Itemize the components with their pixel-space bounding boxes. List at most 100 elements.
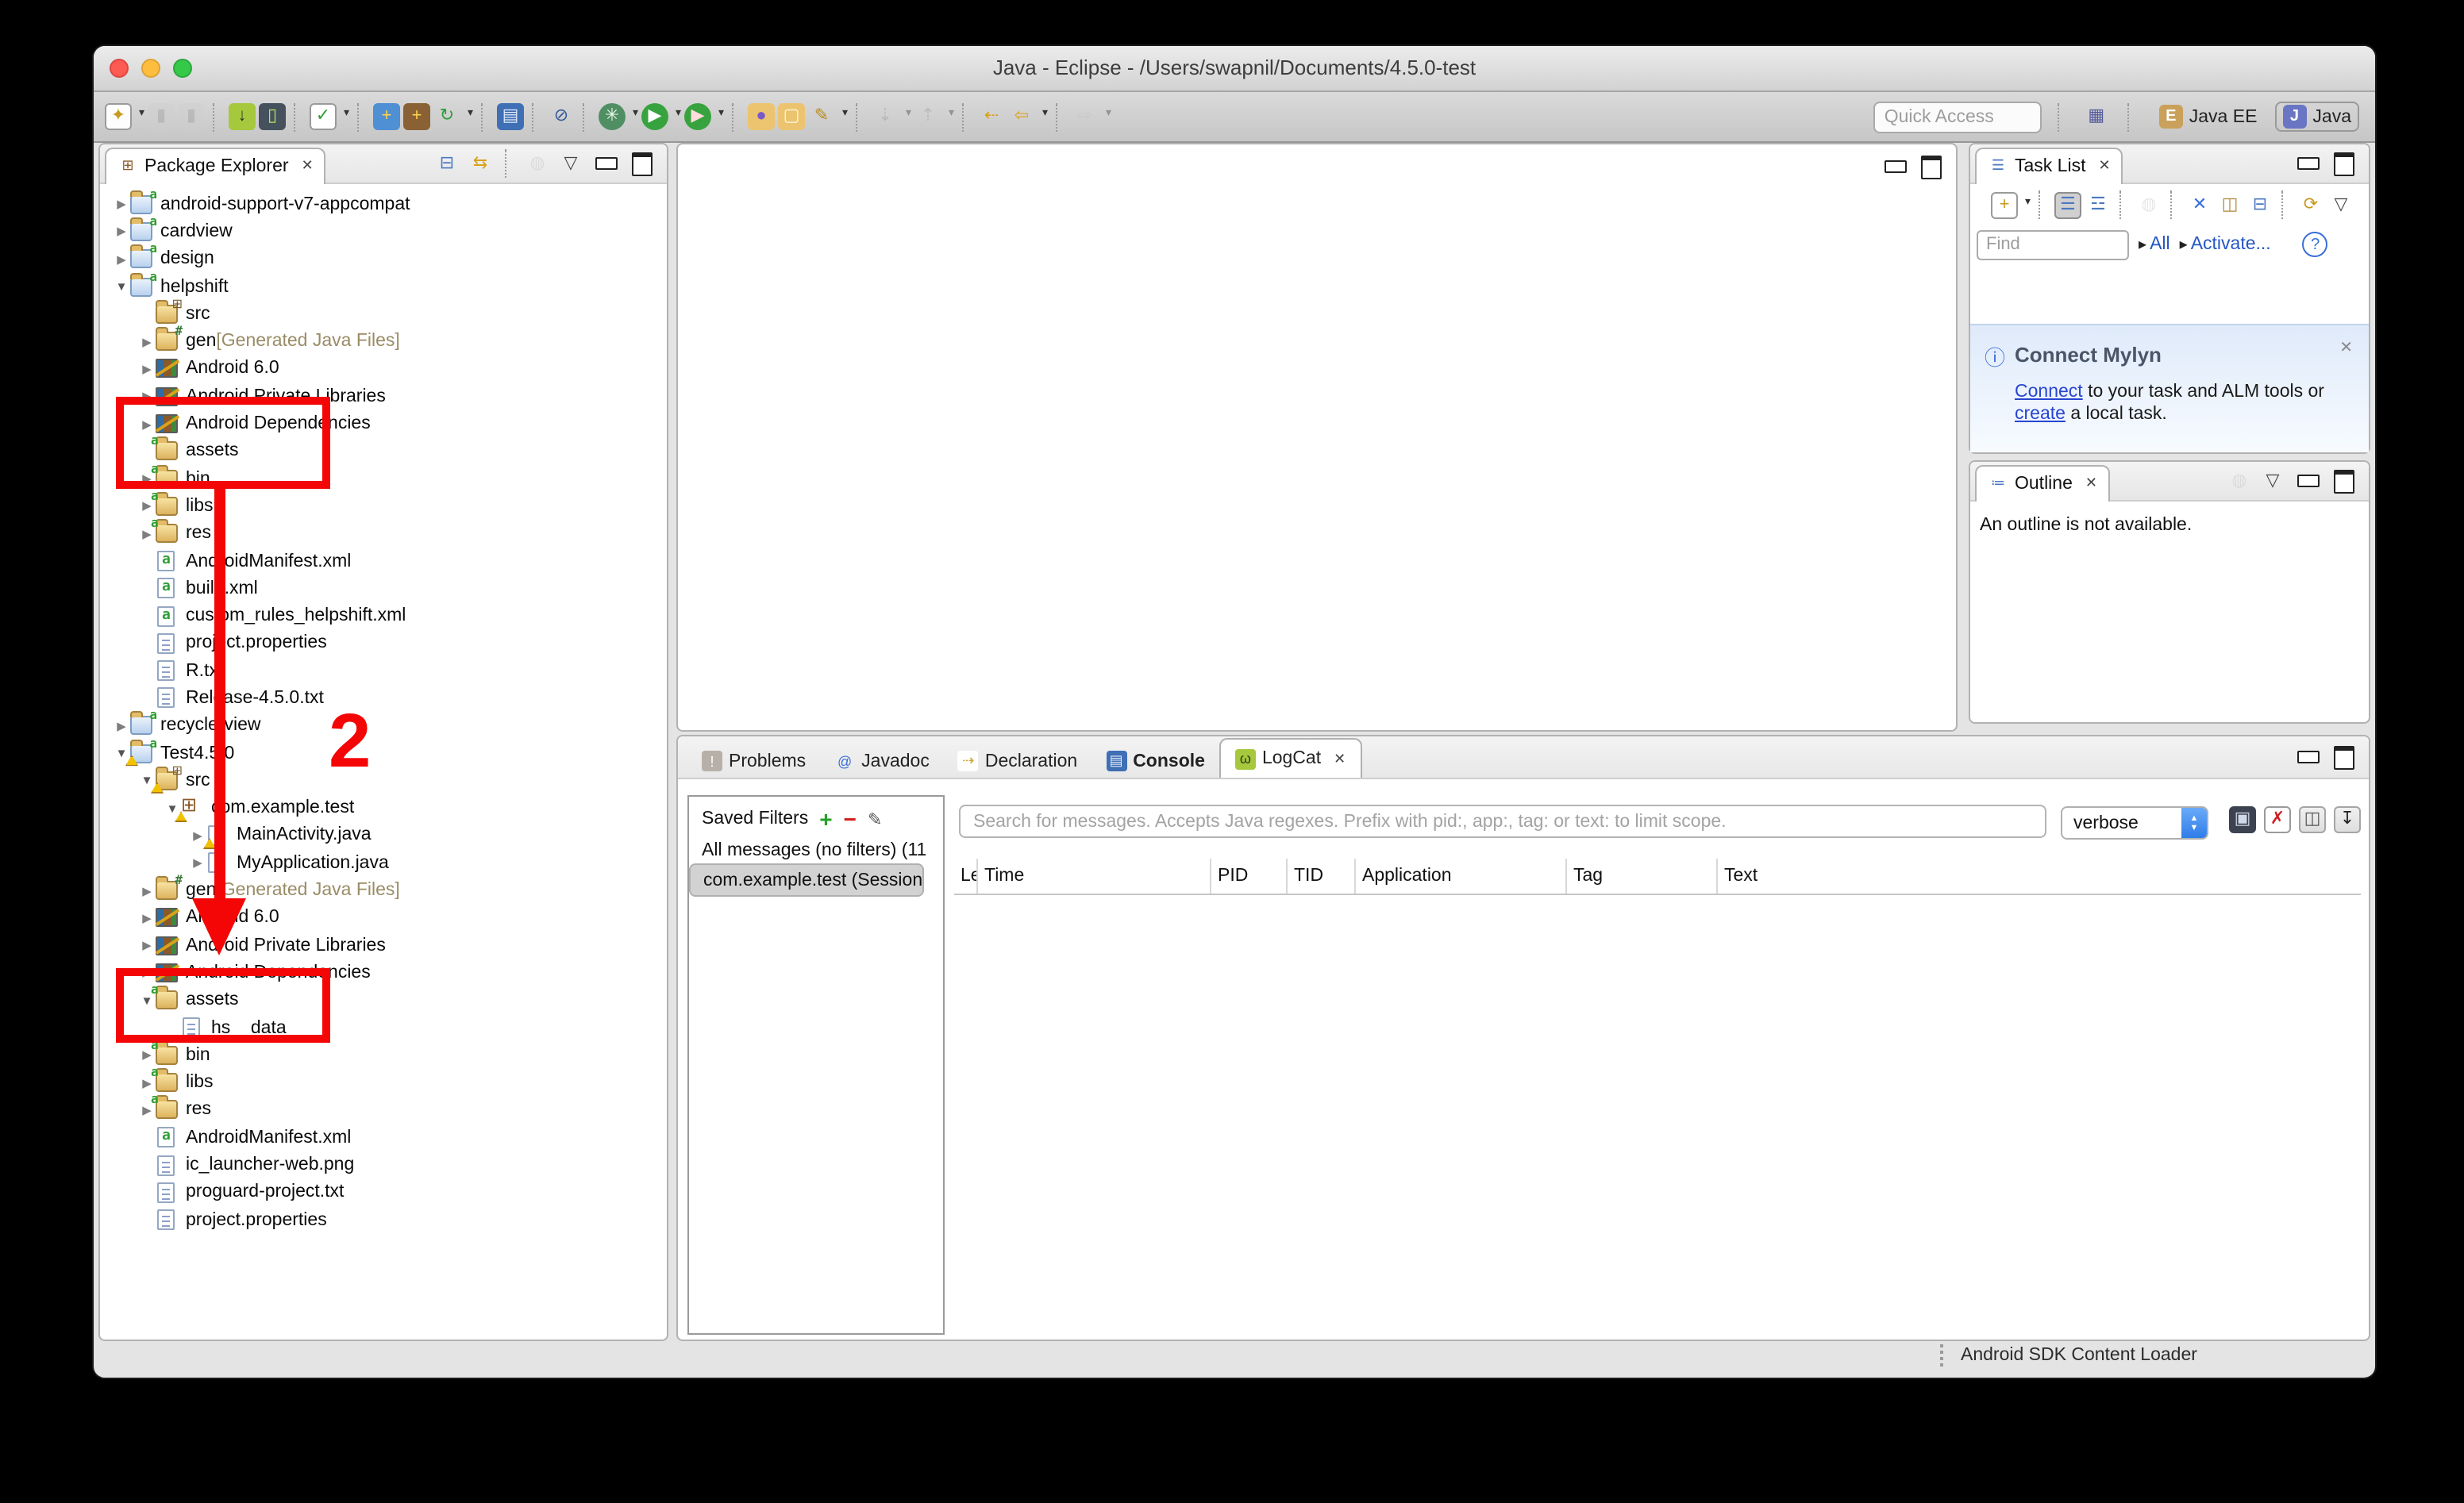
new-wizard-button[interactable]: ✦ (105, 103, 132, 130)
minimize-button[interactable] (1885, 160, 1907, 173)
find-input[interactable] (1977, 229, 2129, 259)
new-task-button[interactable]: + (1991, 191, 2018, 218)
tree-item-helpshift[interactable]: helpshift (100, 273, 667, 301)
perspective-java[interactable]: J Java (2274, 102, 2359, 132)
save-log-button[interactable]: ▣ (2229, 806, 2256, 833)
tree-item-src[interactable]: src (100, 300, 667, 328)
tree-item-android-private-libraries[interactable]: Android Private Libraries (100, 932, 667, 959)
minimize-button[interactable] (595, 157, 618, 170)
scheduled-view-button[interactable]: ☲ (2085, 191, 2112, 218)
tree-collapsed-arrow-icon[interactable] (113, 225, 130, 239)
maximize-button[interactable] (2334, 745, 2354, 769)
column-header-pid[interactable]: PID (1210, 859, 1286, 894)
tree-collapsed-arrow-icon[interactable] (189, 856, 206, 871)
tree-item-androidmanifest-xml[interactable]: AndroidManifest.xml (100, 548, 667, 575)
tree-item-android-support-v7-appcompat[interactable]: android-support-v7-appcompat (100, 190, 667, 218)
edit-filter-button[interactable]: ✎ (868, 809, 882, 829)
autoscroll-button[interactable]: ↧ (2334, 806, 2361, 833)
avd-manager-button[interactable]: ▯ (259, 103, 286, 130)
tree-item-proguard-project-txt[interactable]: proguard-project.txt (100, 1178, 667, 1206)
dismiss-icon[interactable] (2339, 340, 2353, 357)
hide-people-button[interactable]: ◫ (2216, 191, 2243, 218)
link-with-editor-button[interactable]: ⇆ (467, 150, 494, 177)
last-edit-location-button[interactable]: ⇠ (978, 103, 1005, 130)
tree-item-res[interactable]: res (100, 1097, 667, 1124)
column-header-tid[interactable]: TID (1286, 859, 1354, 894)
close-icon[interactable] (302, 157, 314, 175)
run-button[interactable]: ▶ (641, 103, 668, 130)
tab-javadoc[interactable]: @Javadoc (820, 744, 944, 778)
open-perspective-button[interactable]: ▦ (2083, 103, 2110, 130)
tree-collapsed-arrow-icon[interactable] (113, 252, 130, 266)
tree-item-androidmanifest-xml[interactable]: AndroidManifest.xml (100, 1124, 667, 1151)
tree-expanded-arrow-icon[interactable] (164, 801, 181, 815)
tree-item-cardview[interactable]: cardview (100, 218, 667, 246)
tree-expanded-arrow-icon[interactable] (113, 746, 130, 760)
editor-area[interactable] (676, 143, 1958, 732)
collapse-all-button[interactable]: ⊟ (433, 150, 460, 177)
tree-collapsed-arrow-icon[interactable] (138, 362, 156, 376)
tree-item-custom-rules-helpshift-xml[interactable]: custom_rules_helpshift.xml (100, 602, 667, 630)
maximize-button[interactable] (632, 152, 653, 175)
highlighter-button[interactable]: ✎ (808, 103, 835, 130)
filter-item[interactable]: com.example.test (Session (689, 863, 924, 897)
back-button[interactable]: ⇦ (1008, 103, 1035, 130)
close-icon[interactable] (1334, 750, 1346, 767)
minimize-button[interactable] (2297, 475, 2320, 487)
tree-item-android-6-0[interactable]: Android 6.0 (100, 904, 667, 932)
toggle-filters-pane-button[interactable]: ◫ (2299, 806, 2326, 833)
tree-item-src[interactable]: src (100, 767, 667, 794)
view-menu-chevron[interactable]: ▽ (2259, 467, 2286, 494)
tree-item-project-properties[interactable]: project.properties (100, 630, 667, 658)
android-refresh-button[interactable]: ↻ (433, 103, 460, 130)
collapse-all-button[interactable]: ⊟ (2246, 191, 2273, 218)
view-menu-chevron[interactable]: ▽ (557, 150, 584, 177)
tab-logcat[interactable]: ωLogCat (1219, 738, 1361, 778)
tree-item-com-example-test[interactable]: com.example.test (100, 794, 667, 822)
tree-item-bin[interactable]: bin (100, 1041, 667, 1069)
new-android-xml-button[interactable]: + (373, 103, 400, 130)
close-icon[interactable] (2099, 157, 2111, 175)
logcat-search-input[interactable] (959, 805, 2046, 838)
tree-item-gen[interactable]: gen [Generated Java Files] (100, 328, 667, 356)
tree-item-android-6-0[interactable]: Android 6.0 (100, 356, 667, 383)
tree-item-test4-5-0[interactable]: Test4.5.0 (100, 740, 667, 767)
tab-task-list[interactable]: ☰ Task List (1975, 147, 2123, 183)
tree-item-mainactivity-java[interactable]: MainActivity.java (100, 822, 667, 850)
maximize-button[interactable] (2334, 152, 2354, 175)
tree-expanded-arrow-icon[interactable] (113, 279, 130, 294)
tree-collapsed-arrow-icon[interactable] (189, 828, 206, 843)
minimize-button[interactable] (2297, 157, 2320, 170)
minimize-button[interactable] (2297, 751, 2320, 763)
synchronize-button[interactable]: ⟳ (2297, 191, 2324, 218)
debug-button[interactable]: ✳ (599, 103, 626, 130)
tab-outline[interactable]: ≔ Outline (1975, 464, 2110, 501)
tree-item-gen[interactable]: gen [Generated Java Files] (100, 877, 667, 905)
column-header-application[interactable]: Application (1354, 859, 1565, 894)
tree-expanded-arrow-icon[interactable] (138, 774, 156, 788)
tree-collapsed-arrow-icon[interactable] (113, 197, 130, 211)
close-icon[interactable] (2085, 475, 2097, 492)
tree-item-res[interactable]: res (100, 520, 667, 548)
all-filter-link[interactable]: All (2139, 235, 2170, 254)
perspective-java-ee[interactable]: E Java EE (2151, 102, 2266, 132)
view-menu-chevron[interactable]: ▽ (2327, 191, 2354, 218)
tree-collapsed-arrow-icon[interactable] (113, 719, 130, 733)
tree-item-design[interactable]: design (100, 245, 667, 273)
open-task-folder-button[interactable]: ● (748, 103, 775, 130)
remove-filter-button[interactable]: − (844, 806, 857, 832)
quick-access-input[interactable] (1873, 101, 2042, 133)
tree-item-ic-launcher-web-png[interactable]: ic_launcher-web.png (100, 1151, 667, 1179)
tab-problems[interactable]: !Problems (687, 744, 820, 778)
add-filter-button[interactable]: + (819, 806, 832, 832)
tree-collapsed-arrow-icon[interactable] (138, 883, 156, 898)
tree-collapsed-arrow-icon[interactable] (138, 334, 156, 348)
tab-package-explorer[interactable]: ⊞ Package Explorer (105, 147, 326, 183)
tree-collapsed-arrow-icon[interactable] (138, 938, 156, 952)
tree-item-build-xml[interactable]: build.xml (100, 575, 667, 602)
create-link[interactable]: create (2015, 405, 2066, 424)
column-header-le[interactable]: Le (954, 859, 976, 894)
tab-console[interactable]: ▤Console (1091, 744, 1219, 778)
maximize-button[interactable] (2334, 469, 2354, 493)
log-level-select[interactable]: verbose ▲▼ (2061, 806, 2208, 840)
